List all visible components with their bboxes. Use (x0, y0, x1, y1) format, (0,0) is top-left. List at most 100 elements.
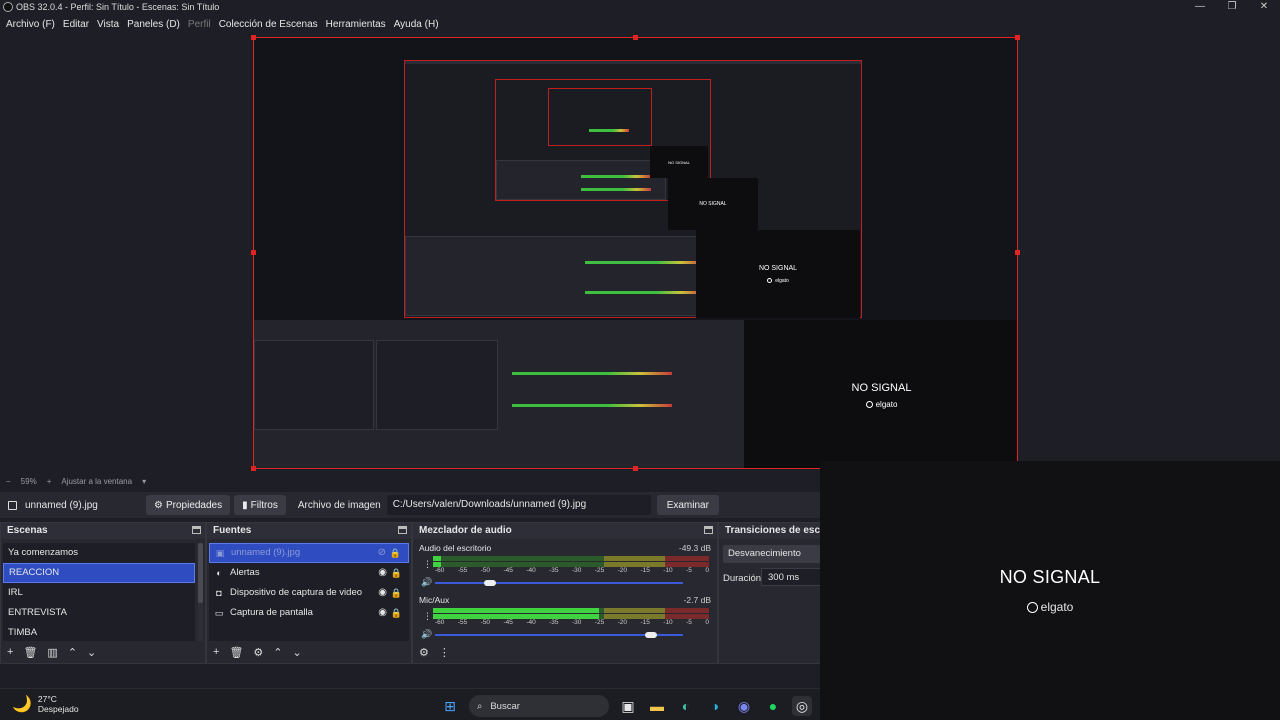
menu-paneles[interactable]: Paneles (D) (123, 19, 184, 30)
volume-slider[interactable] (435, 580, 683, 586)
zoom-in-button[interactable]: + (47, 477, 52, 486)
speaker-icon[interactable]: 🔊 (421, 629, 432, 640)
trash-icon[interactable]: 🗑 (23, 646, 37, 659)
maximize-button[interactable]: ❐ (1216, 0, 1248, 14)
taskbar-icons: ⊞ ⌕ Buscar ▣ ▬ ◐ ◑ ◉ ● ◎ (440, 695, 812, 717)
eye-icon[interactable]: ◉ (378, 583, 387, 603)
sources-header: Fuentes (207, 523, 411, 539)
minimize-button[interactable]: — (1184, 0, 1216, 14)
db-tick: -45 (503, 619, 513, 626)
channel-menu-icon[interactable]: ⋮ (423, 559, 432, 570)
properties-button[interactable]: ⚙ Propiedades (146, 495, 231, 515)
no-signal-small-3: NO SIGNAL (650, 146, 708, 178)
mixer-channel-mic: Mic/Aux -2.7 dB ⋮ -60 -55 -50 -45 -40 -35 -30-… (417, 595, 713, 643)
scenes-title: Escenas (7, 525, 48, 536)
trash-icon[interactable]: 🗑 (229, 646, 243, 659)
taskbar-search[interactable]: ⌕ Buscar (469, 695, 609, 717)
mixer-header: Mezclador de audio (413, 523, 717, 539)
elgato-logo: elgato (865, 400, 897, 409)
chevron-down-icon[interactable]: ⌄ (87, 646, 96, 659)
gear-icon[interactable]: ⚙ (253, 646, 263, 659)
db-tick: -60 (435, 567, 445, 574)
menu-vista[interactable]: Vista (93, 19, 123, 30)
lock-icon[interactable]: 🔒 (391, 563, 402, 583)
lock-icon[interactable]: 🔒 (391, 583, 402, 603)
source-item[interactable]: ◐ Alertas ◉ 🔒 (209, 563, 409, 583)
menu-coleccion-escenas[interactable]: Colección de Escenas (215, 19, 322, 30)
undock-icon[interactable] (398, 526, 407, 534)
lock-icon[interactable]: 🔒 (390, 543, 401, 563)
discord-icon[interactable]: ◉ (734, 696, 754, 716)
resize-handle-bc[interactable] (633, 466, 638, 471)
resize-handle-bl[interactable] (251, 466, 256, 471)
scenes-scrollbar[interactable] (198, 543, 203, 641)
volume-knob[interactable] (644, 632, 657, 638)
source-item[interactable]: ◘ Dispositivo de captura de video ◉ 🔒 (209, 583, 409, 603)
db-tick: -10 (663, 619, 673, 626)
scene-item[interactable]: ENTREVISTA (3, 603, 195, 623)
menu-archivo[interactable]: Archivo (F) (2, 19, 59, 30)
menu-herramientas[interactable]: Herramientas (322, 19, 390, 30)
volume-knob[interactable] (483, 580, 496, 586)
undock-icon[interactable] (704, 526, 713, 534)
scene-item-selected[interactable]: REACCION (3, 563, 195, 583)
transition-select[interactable]: Desvanecimiento (723, 545, 821, 563)
menu-perfil[interactable]: Perfil (184, 19, 215, 30)
eye-hidden-icon[interactable]: ⊘ (378, 543, 386, 563)
source-item[interactable]: ▭ Captura de pantalla ◉ 🔒 (209, 603, 409, 623)
eye-icon[interactable]: ◉ (378, 563, 387, 583)
resize-handle-tr[interactable] (1015, 35, 1020, 40)
undock-icon[interactable] (192, 526, 201, 534)
db-scale: -60 -55 -50 -45 -40 -35 -30 -25 -20 -15 -10 -5 0 (435, 567, 709, 574)
search-icon: ⌕ (477, 700, 483, 712)
chevron-up-icon[interactable]: ⌃ (68, 646, 77, 659)
eye-icon[interactable]: ◉ (378, 603, 387, 623)
source-item-selected[interactable]: ▣ unnamed (9).jpg ⊘ 🔒 (209, 543, 409, 563)
duration-field[interactable]: 300 ms (761, 568, 821, 586)
search-label: Buscar (490, 700, 520, 712)
weather-widget[interactable]: 🌙 27°C Despejado (12, 694, 79, 714)
browse-button[interactable]: Examinar (656, 495, 719, 515)
add-source-icon[interactable]: + (213, 646, 219, 658)
speaker-icon[interactable]: 🔊 (421, 577, 432, 588)
resize-handle-ml[interactable] (251, 250, 256, 255)
task-view-icon[interactable]: ▣ (618, 696, 638, 716)
resize-handle-tl[interactable] (251, 35, 256, 40)
db-tick: -25 (594, 619, 605, 626)
lock-icon[interactable]: 🔒 (391, 603, 402, 623)
db-tick: -15 (640, 619, 650, 626)
spotify-icon[interactable]: ● (763, 696, 783, 716)
menu-editar[interactable]: Editar (59, 19, 93, 30)
sources-dock: Fuentes ▣ unnamed (9).jpg ⊘ 🔒 ◐ Alertas … (206, 522, 412, 664)
mixer-menu-icon[interactable]: ⋮ (439, 646, 450, 659)
scene-item[interactable]: IRL (3, 583, 195, 603)
mixer-footer: ⚙ ⋮ (413, 641, 717, 663)
chevron-down-icon[interactable]: ⌄ (293, 646, 302, 659)
chevron-up-icon[interactable]: ⌃ (273, 646, 282, 659)
file-explorer-icon[interactable]: ▬ (647, 696, 667, 716)
filters-button[interactable]: ▮ Filtros (234, 495, 286, 515)
image-path-field[interactable]: C:/Users/valen/Downloads/unnamed (9).jpg (386, 495, 651, 515)
obs-icon[interactable]: ◎ (792, 696, 812, 716)
zoom-fit-select[interactable]: Ajustar a la ventana (61, 477, 132, 486)
zoom-level: 59% (20, 476, 37, 486)
menu-ayuda[interactable]: Ayuda (H) (390, 19, 443, 30)
advanced-audio-icon[interactable]: ⚙ (419, 646, 429, 659)
edge-icon[interactable]: ◐ (676, 696, 696, 716)
scene-item[interactable]: TIMBA (3, 623, 195, 643)
mixer-channel-desktop: Audio del escritorio -49.3 dB ⋮ -60 -55 -5… (417, 543, 713, 591)
resize-handle-tc[interactable] (633, 35, 638, 40)
chevron-down-icon[interactable]: ▾ (142, 477, 146, 486)
preview-area[interactable]: NO SIGNAL NO SIGNAL NO SIGNAL elgato NO … (0, 34, 1280, 474)
edge-dev-icon[interactable]: ◑ (705, 696, 725, 716)
scene-item[interactable]: Ya comenzamos (3, 543, 195, 563)
add-scene-icon[interactable]: + (7, 646, 13, 658)
close-button[interactable]: ✕ (1248, 0, 1280, 14)
scene-filter-icon[interactable]: ▥ (47, 646, 57, 659)
resize-handle-mr[interactable] (1015, 250, 1020, 255)
volume-slider[interactable] (435, 632, 683, 638)
channel-menu-icon[interactable]: ⋮ (423, 611, 432, 622)
zoom-out-button[interactable]: − (6, 477, 11, 486)
preview-canvas[interactable]: NO SIGNAL NO SIGNAL NO SIGNAL elgato NO … (253, 37, 1018, 469)
windows-start-icon[interactable]: ⊞ (440, 696, 460, 716)
